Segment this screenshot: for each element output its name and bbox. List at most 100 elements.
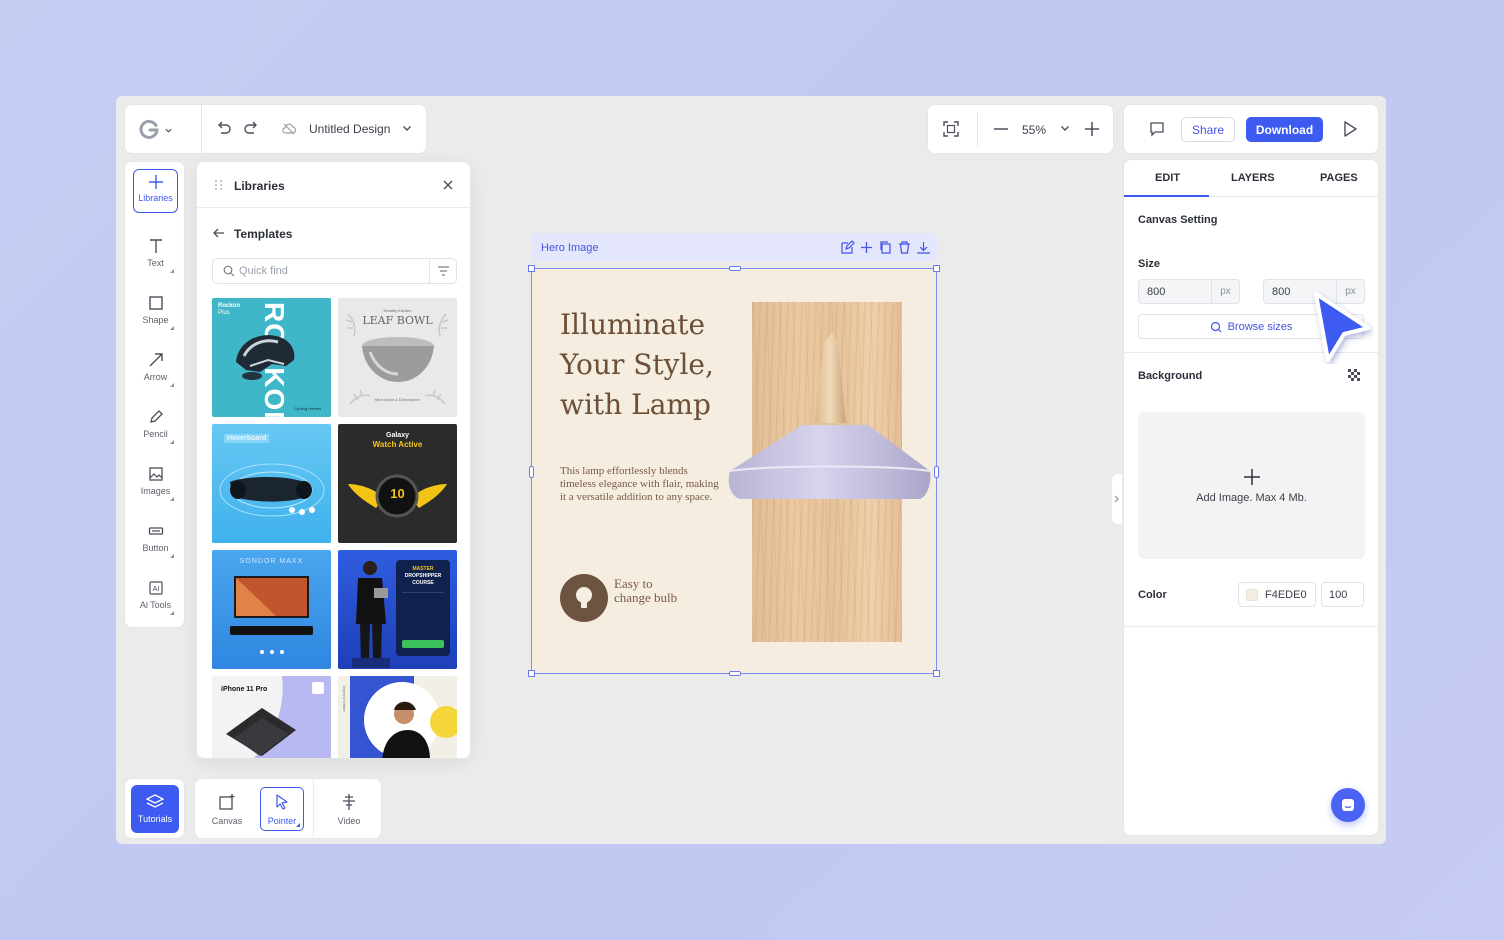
tutorials-panel: Tutorials — [124, 778, 185, 839]
undo-button[interactable] — [215, 120, 233, 138]
width-unit: px — [1211, 280, 1239, 303]
button-icon — [148, 527, 163, 535]
logo-icon — [139, 119, 159, 139]
template-thumbnail-course[interactable]: MASTER DROPSHIPPER COURSE — [338, 550, 457, 669]
resize-handle[interactable] — [528, 670, 535, 677]
app-menu-button[interactable] — [137, 119, 173, 141]
pencil-icon — [149, 410, 163, 423]
body-text[interactable]: This lamp effortlessly blends timeless e… — [560, 465, 720, 504]
search-input[interactable] — [239, 263, 419, 279]
course-list — [402, 592, 444, 632]
document-title[interactable]: Untitled Design — [309, 122, 390, 136]
resize-handle[interactable] — [933, 670, 940, 677]
template-text: SONDOR MAXX — [239, 558, 304, 565]
mode-pointer[interactable]: Pointer — [260, 787, 304, 831]
back-button[interactable] — [212, 226, 226, 240]
resize-handle[interactable] — [729, 266, 741, 271]
cloud-save-status[interactable] — [281, 121, 297, 137]
template-thumbnail-hoverboard[interactable]: Hoverboard — [212, 424, 331, 543]
lightbulb-icon — [576, 587, 592, 608]
resize-handle[interactable] — [528, 265, 535, 272]
hero-artboard[interactable]: Illuminate Your Style, with Lamp This la… — [528, 265, 940, 677]
chevron-down-icon — [1061, 126, 1069, 131]
template-thumbnail-helmet[interactable]: Rockon Plus ROCKON Cycling Helmet — [212, 298, 331, 417]
plus-icon — [148, 175, 163, 189]
opacity-field[interactable]: 100 — [1321, 582, 1364, 607]
template-text: Cycling Helmet — [294, 406, 321, 411]
woman-illustration — [350, 676, 457, 758]
width-field[interactable]: 800 px — [1138, 279, 1240, 304]
template-search — [212, 258, 457, 284]
active-tab-indicator — [1124, 195, 1209, 197]
template-thumbnail-watch[interactable]: Galaxy Watch Active 10 — [338, 424, 457, 543]
preview-button[interactable] — [1342, 120, 1358, 138]
trash-icon[interactable] — [897, 240, 912, 255]
download-button[interactable]: Download — [1246, 117, 1323, 142]
download-icon[interactable] — [916, 240, 931, 255]
tutorials-button[interactable]: Tutorials — [131, 785, 179, 833]
redo-button[interactable] — [242, 120, 260, 138]
width-value: 800 — [1147, 286, 1166, 298]
tab-edit[interactable]: EDIT — [1155, 172, 1180, 184]
mode-video[interactable]: Video — [327, 787, 371, 831]
tool-pencil[interactable]: Pencil — [125, 403, 186, 451]
resize-handle[interactable] — [529, 466, 534, 478]
resize-handle[interactable] — [729, 671, 741, 676]
resize-handle[interactable] — [934, 466, 939, 478]
frame-label-bar[interactable]: Hero Image — [531, 233, 937, 261]
tool-images[interactable]: Images — [125, 460, 186, 508]
search-icon — [223, 265, 235, 277]
frame-label: Hero Image — [541, 242, 599, 254]
duplicate-icon[interactable] — [878, 240, 893, 255]
tab-layers[interactable]: LAYERS — [1231, 172, 1275, 184]
tool-button[interactable]: Button — [125, 517, 186, 565]
template-thumbnail-iphone[interactable]: iPhone 11 Pro — [212, 676, 331, 758]
canvas-icon — [219, 793, 235, 810]
color-hex-field[interactable]: F4EDE0 — [1238, 582, 1316, 607]
tool-arrow[interactable]: Arrow — [125, 346, 186, 394]
tool-label: Arrow — [143, 372, 168, 382]
template-thumbnail-soundbar[interactable]: SONDOR MAXX — [212, 550, 331, 669]
collapse-panel-tab[interactable] — [1112, 474, 1122, 524]
edit-icon[interactable] — [840, 240, 855, 255]
tool-ai-tools[interactable]: AI Ai Tools — [125, 574, 186, 622]
chat-support-button[interactable] — [1331, 788, 1365, 822]
tools-sidebar: Libraries Text Shape Arrow Pencil Images… — [124, 161, 185, 628]
zoom-in-button[interactable] — [1083, 120, 1101, 138]
bulb-badge[interactable] — [560, 574, 608, 622]
fit-to-screen-button[interactable] — [942, 120, 960, 138]
color-label: Color — [1138, 589, 1167, 601]
document-menu-button[interactable] — [401, 122, 413, 134]
tool-label: Ai Tools — [139, 600, 172, 610]
plus-icon[interactable] — [859, 240, 874, 255]
color-swatch[interactable] — [1246, 589, 1258, 601]
drag-handle-icon[interactable] — [214, 179, 224, 191]
bulb-text[interactable]: Easy to change bulb — [614, 577, 684, 605]
template-thumbnail-leaf-bowl[interactable]: Healthy Kitchen LEAF BOWL Microwave & Di… — [338, 298, 457, 417]
template-text: Microwave & Dishwasher — [375, 397, 420, 402]
background-image-dropzone[interactable]: Add Image. Max 4 Mb. — [1138, 412, 1365, 559]
tool-libraries[interactable]: Libraries — [133, 169, 178, 213]
tool-label: Shape — [142, 315, 169, 325]
zoom-level[interactable]: 55% — [1022, 123, 1046, 137]
mode-switcher: Canvas Pointer Video — [194, 778, 382, 840]
filter-icon[interactable] — [437, 265, 450, 277]
resize-handle[interactable] — [933, 265, 940, 272]
template-thumbnail-woman[interactable]: Improve better — [338, 676, 457, 758]
tool-shape[interactable]: Shape — [125, 289, 186, 337]
tool-text[interactable]: Text — [125, 232, 186, 280]
comments-button[interactable] — [1148, 120, 1166, 138]
helmet-illustration — [236, 335, 295, 380]
tab-pages[interactable]: PAGES — [1320, 172, 1358, 184]
mode-canvas[interactable]: Canvas — [205, 787, 249, 831]
template-text: COURSE — [412, 580, 434, 586]
pendant-lamp-image[interactable] — [724, 333, 936, 523]
zoom-out-button[interactable] — [992, 120, 1010, 138]
close-libraries-button[interactable] — [441, 178, 455, 192]
share-button[interactable]: Share — [1181, 117, 1235, 142]
template-text: 10 — [390, 486, 405, 501]
chevron-down-icon — [403, 126, 411, 131]
fit-screen-icon — [943, 121, 959, 137]
zoom-dropdown-button[interactable] — [1059, 122, 1071, 134]
pattern-icon[interactable] — [1347, 368, 1361, 382]
